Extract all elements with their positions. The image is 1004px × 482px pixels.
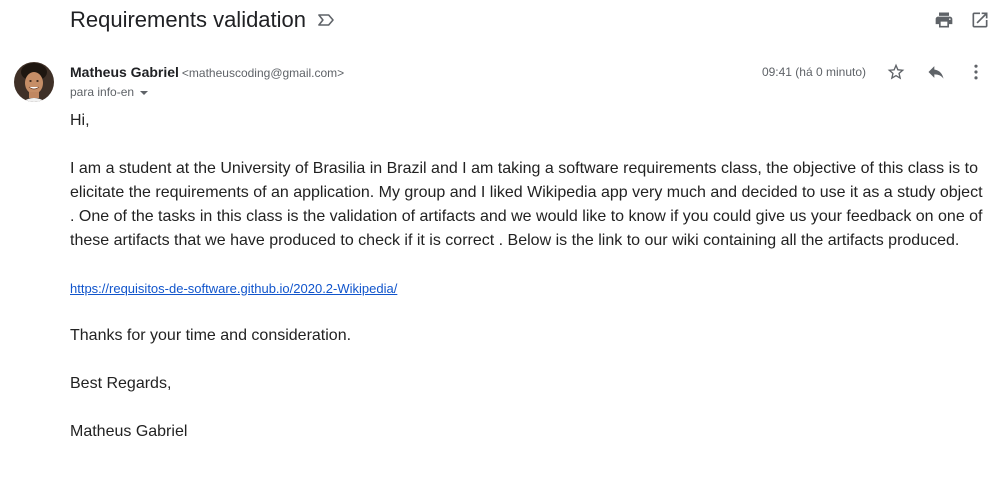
recipient-dropdown[interactable]: para info-en [70, 84, 149, 100]
recipient-label: para info-en [70, 85, 135, 99]
sender-line: Matheus Gabriel <matheuscoding@gmail.com> [70, 64, 344, 81]
more-vert-icon[interactable] [966, 60, 986, 84]
open-in-new-window-icon[interactable] [970, 8, 990, 32]
label-outline-icon[interactable] [316, 10, 336, 30]
sender-email: <matheuscoding@gmail.com> [181, 66, 345, 80]
body-thanks: Thanks for your time and consideration. [70, 327, 352, 344]
body-main-paragraph: I am a student at the University of Bras… [70, 160, 983, 249]
message-body: Hi, I am a student at the University of … [70, 109, 990, 444]
caret-down-icon[interactable] [140, 91, 149, 95]
body-regards: Best Regards, [70, 375, 172, 392]
wiki-link[interactable]: https://requisitos-de-software.github.io… [70, 281, 397, 296]
message-actions [886, 60, 986, 84]
print-icon[interactable] [934, 8, 954, 32]
message-meta: 09:41 (há 0 minuto) [762, 60, 986, 84]
body-signature: Matheus Gabriel [70, 423, 188, 440]
sender-name[interactable]: Matheus Gabriel [70, 64, 179, 80]
sender-avatar[interactable] [14, 62, 54, 102]
message-timestamp: 09:41 (há 0 minuto) [761, 65, 866, 79]
reply-icon[interactable] [926, 60, 946, 84]
thread-actions [934, 8, 990, 32]
subject-row: Requirements validation [70, 4, 336, 36]
email-subject: Requirements validation [70, 7, 307, 32]
body-greeting: Hi, [70, 112, 90, 129]
body-link-paragraph: https://requisitos-de-software.github.io… [70, 277, 990, 301]
star-outline-icon[interactable] [886, 60, 906, 84]
